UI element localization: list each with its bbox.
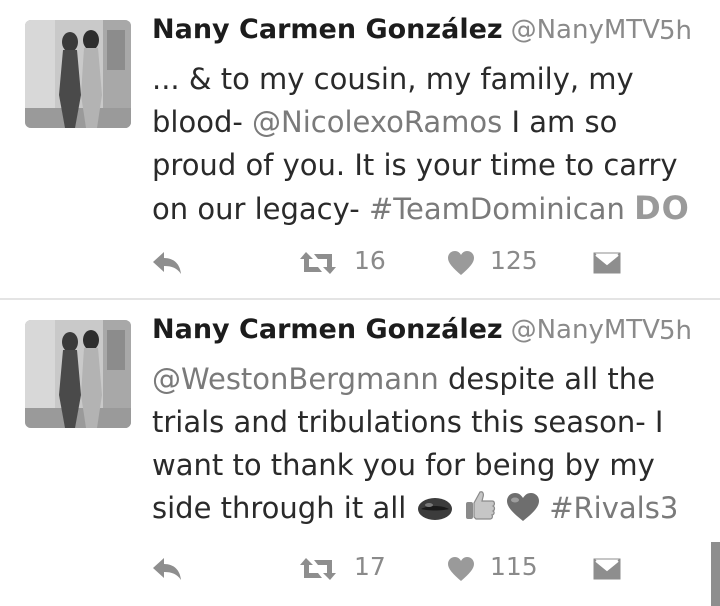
text-segment: blood-: [152, 105, 253, 139]
avatar[interactable]: [25, 20, 131, 128]
hashtag-link[interactable]: #TeamDominican: [369, 192, 625, 226]
mention-link[interactable]: @NicolexoRamos: [252, 105, 502, 139]
timestamp[interactable]: 5h: [659, 316, 692, 346]
tweet-line: want to thank you for being by my: [152, 448, 655, 482]
tweet-line: trials and tribulations this season- I: [152, 405, 664, 439]
tweet-text: ... & to my cousin, my family, my blood-…: [152, 58, 707, 231]
timestamp[interactable]: 5h: [659, 16, 692, 46]
heart-icon[interactable]: [447, 556, 475, 586]
tweet-line: side through it all #Rivals3: [152, 487, 707, 534]
tweet-actions: 16 125: [0, 244, 720, 284]
reply-icon[interactable]: [150, 554, 184, 586]
mention-link[interactable]: @WestonBergmann: [152, 362, 439, 396]
like-count: 115: [490, 552, 538, 581]
thumbs-up-emoji-icon: [463, 488, 497, 534]
author-handle[interactable]: @NanyMTV: [511, 15, 660, 45]
retweet-count: 17: [354, 552, 386, 581]
author-name[interactable]: Nany Carmen González: [152, 14, 503, 45]
tweet-actions: 17 115: [0, 550, 720, 590]
hashtag-link[interactable]: #Rivals3: [549, 491, 678, 525]
text-segment: despite all the: [438, 362, 655, 396]
direct-message-icon[interactable]: [592, 555, 622, 585]
tweet[interactable]: Nany Carmen González @NanyMTV 5h @WestonB…: [0, 300, 720, 606]
author-name[interactable]: Nany Carmen González: [152, 314, 503, 345]
text-segment: side through it all: [152, 491, 416, 525]
reply-icon[interactable]: [150, 248, 184, 280]
tweet-line: blood- @NicolexoRamos I am so: [152, 101, 707, 144]
tweet-header: Nany Carmen González @NanyMTV 5h: [152, 314, 712, 354]
heart-emoji-icon: [506, 491, 540, 534]
text-segment: I am so: [502, 105, 618, 139]
flag-emoji: DO: [634, 189, 690, 227]
retweet-icon[interactable]: [298, 250, 338, 280]
avatar[interactable]: [25, 320, 131, 428]
retweet-count: 16: [354, 246, 386, 275]
tweet-header: Nany Carmen González @NanyMTV 5h: [152, 14, 712, 54]
tweet[interactable]: Nany Carmen González @NanyMTV 5h ... & to…: [0, 0, 720, 298]
tweet-line: @WestonBergmann despite all the: [152, 358, 707, 401]
scrollbar[interactable]: [711, 542, 720, 606]
retweet-icon[interactable]: [298, 556, 338, 586]
tweet-line: proud of you. It is your time to carry: [152, 148, 678, 182]
direct-message-icon[interactable]: [592, 249, 622, 279]
like-count: 125: [490, 246, 538, 275]
lips-emoji-icon: [416, 491, 454, 534]
author-handle[interactable]: @NanyMTV: [511, 315, 660, 345]
heart-icon[interactable]: [447, 250, 475, 280]
text-segment: on our legacy-: [152, 192, 369, 226]
tweet-line: on our legacy- #TeamDominican DO: [152, 187, 707, 231]
tweet-text: @WestonBergmann despite all the trials a…: [152, 358, 707, 534]
tweet-line: ... & to my cousin, my family, my: [152, 62, 634, 96]
